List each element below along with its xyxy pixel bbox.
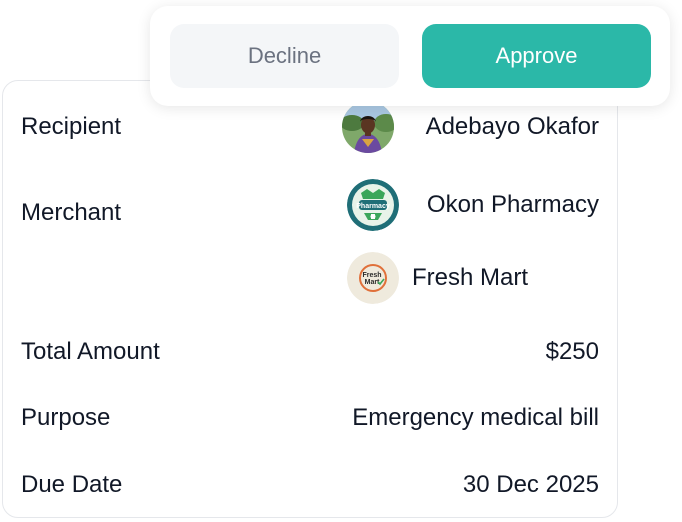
total-amount-label: Total Amount	[21, 338, 160, 365]
pharmacy-logo-text: Pharmacy	[356, 203, 390, 210]
due-date-value: 30 Dec 2025	[462, 471, 599, 498]
approve-button[interactable]: Approve	[422, 24, 651, 88]
recipient-label: Recipient	[21, 113, 122, 140]
pharmacy-logo-icon: Pharmacy	[347, 179, 399, 231]
decline-button[interactable]: Decline	[170, 24, 399, 88]
merchant-name-fresh-mart: Fresh Mart	[412, 264, 529, 291]
total-amount-value: $250	[545, 338, 599, 365]
merchant-label: Merchant	[21, 199, 122, 226]
recipient-name: Adebayo Okafor	[425, 113, 599, 140]
due-date-label: Due Date	[21, 471, 123, 498]
action-bar: Decline Approve	[150, 6, 670, 106]
recipient-avatar	[342, 101, 394, 153]
fresh-mart-logo-line1: Fresh	[362, 272, 381, 279]
approval-screen: Recipient Adebayo Okafor Merchant Pharma…	[0, 0, 682, 522]
purpose-value: Emergency medical bill	[352, 404, 599, 431]
fresh-mart-logo-icon: Fresh Mart	[347, 252, 399, 304]
merchant-name-okon-pharmacy: Okon Pharmacy	[426, 191, 599, 218]
request-details-card: Recipient Adebayo Okafor Merchant Pharma…	[2, 80, 618, 518]
purpose-label: Purpose	[21, 404, 111, 431]
